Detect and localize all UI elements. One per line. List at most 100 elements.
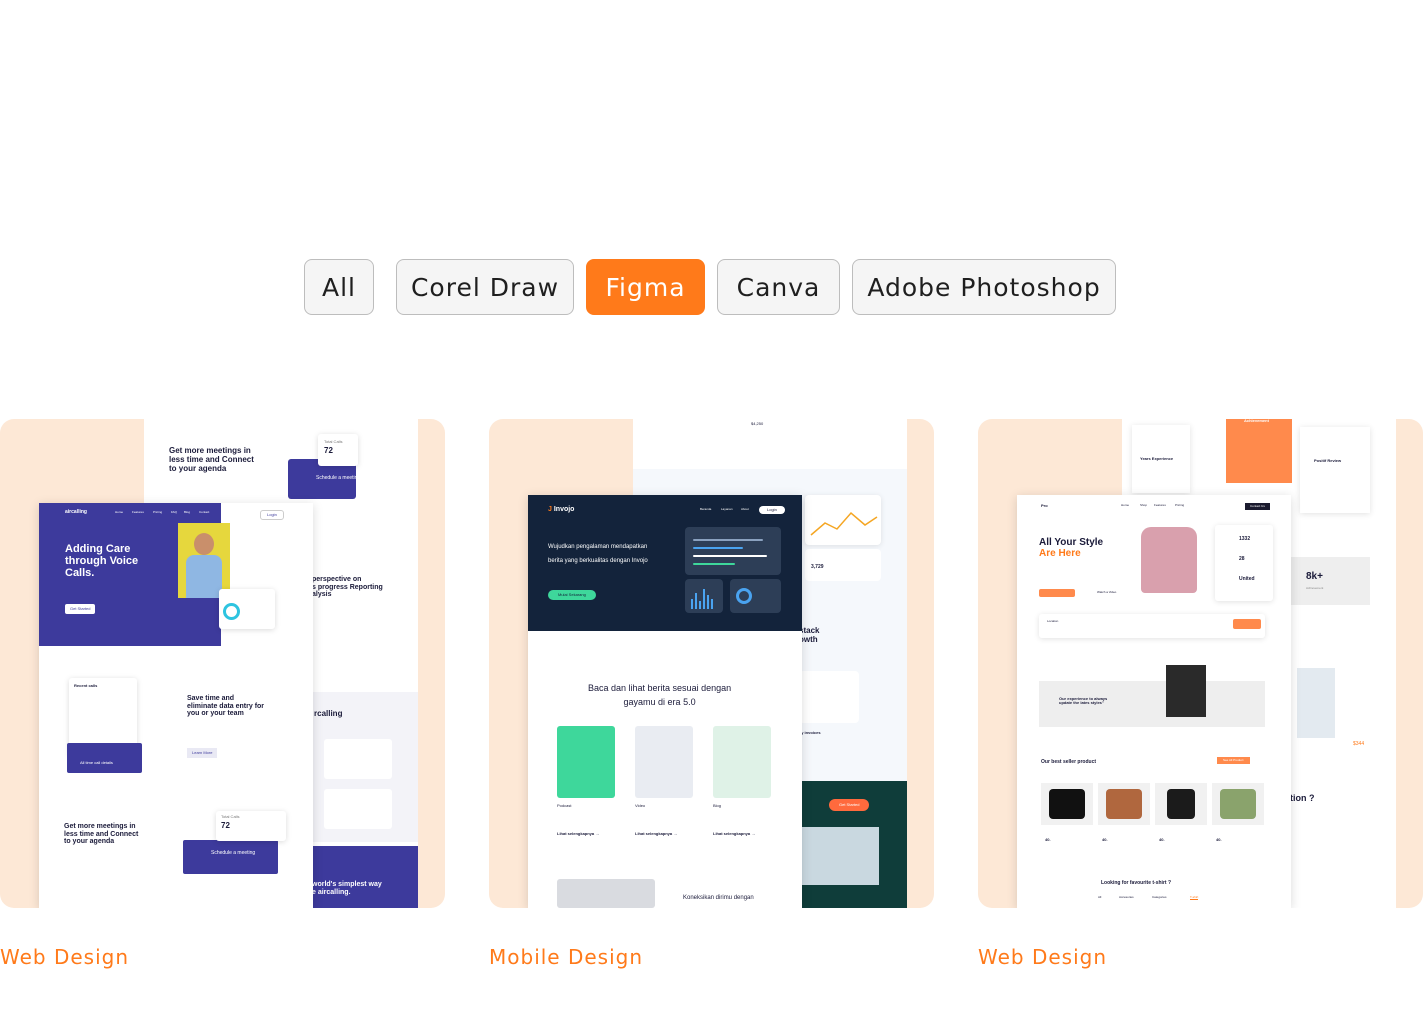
see-all-button[interactable]: See All Product: [1217, 757, 1250, 765]
shop-now-button[interactable]: [1039, 589, 1075, 597]
portfolio-card-fashion-store[interactable]: Years Experience Achievement Positif Rev…: [978, 419, 1423, 908]
tab-categories[interactable]: Categories: [1152, 895, 1167, 899]
experience-heading: Our experience to always update the late…: [1059, 696, 1108, 706]
product-price: 40.: [1216, 837, 1222, 842]
back-header: [633, 419, 907, 469]
progress-line: [693, 539, 763, 541]
nav-pricing[interactable]: Pricing: [153, 510, 162, 514]
testimonial-card: [324, 789, 392, 829]
product-blazer[interactable]: [1155, 783, 1207, 825]
brand-logo: Pro: [1041, 503, 1048, 508]
login-button[interactable]: Login: [260, 510, 284, 521]
login-button[interactable]: Login: [759, 506, 785, 515]
progress-line: [693, 563, 735, 565]
tab-tshirt[interactable]: T-shirt: [1190, 895, 1199, 901]
office-photo: [799, 827, 879, 885]
portfolio-card-invojo[interactable]: $4,250 3,729 stack owth ay invoices Get …: [489, 419, 934, 908]
get-started-button[interactable]: Get Started: [829, 799, 870, 812]
nav-beranda[interactable]: Beranda: [700, 507, 711, 511]
stat-value: 1332: [1239, 536, 1251, 542]
nav-home[interactable]: Home: [1121, 503, 1129, 507]
card-link-podcast[interactable]: Lihat selengkapnya →: [557, 831, 599, 836]
product-jacket-brown[interactable]: [1098, 783, 1150, 825]
search-bar[interactable]: Location: [1039, 614, 1265, 638]
filter-adobe-photoshop[interactable]: Adobe Photoshop: [852, 259, 1116, 315]
card-link-blog[interactable]: Lihat selengkapnya →: [713, 831, 755, 836]
product-sweater-green[interactable]: [1212, 783, 1264, 825]
nav-shop[interactable]: Shop: [1140, 503, 1147, 507]
progress-line: [693, 555, 767, 557]
hero-title: All Your Style Are Here: [1039, 537, 1104, 559]
filter-all[interactable]: All: [304, 259, 374, 315]
hero-photo: [178, 523, 230, 598]
connect-photo: [557, 879, 655, 908]
product-price: 40.: [1102, 837, 1108, 842]
filter-figma[interactable]: Figma: [586, 259, 705, 315]
schedule-meeting-label: Schedule a meeting: [316, 475, 361, 481]
watch-video-link[interactable]: Watch a Video: [1097, 590, 1116, 594]
nav-about[interactable]: About: [741, 507, 749, 511]
heading-meetings: Get more meetings in less time and Conne…: [169, 446, 254, 473]
price-tag: $344: [1353, 741, 1365, 747]
stat-value: 28: [1239, 556, 1245, 562]
recent-calls-label: Recent calls: [74, 683, 98, 688]
portfolio-card-aircalling[interactable]: Get more meetings in less time and Conne…: [0, 419, 445, 908]
perspective-heading: perspective on s progress Reporting alys…: [312, 576, 383, 599]
total-calls-label: Total Calls: [324, 439, 343, 444]
product-tshirt-black[interactable]: [1041, 783, 1093, 825]
tab-all[interactable]: All: [1098, 895, 1101, 899]
tab-accesories[interactable]: Accesories: [1119, 895, 1134, 899]
nav-pricing[interactable]: Pricing: [1175, 503, 1184, 507]
nav-faq[interactable]: FAQ: [171, 510, 177, 514]
filter-corel-draw[interactable]: Corel Draw: [391, 259, 574, 316]
years-experience-card: Years Experience: [1132, 425, 1190, 493]
bar-chart-panel: [685, 579, 723, 613]
brand-logo: J Invojo: [548, 506, 575, 513]
bar-chart-icon: [691, 589, 713, 609]
blazer-icon: [1167, 789, 1195, 819]
best-seller-heading: Our best seller product: [1041, 759, 1097, 765]
card-title-podcast: Podcast: [557, 803, 572, 808]
card-title-video: Video: [635, 803, 646, 808]
person-head: [194, 533, 214, 555]
product-price: 40.: [1045, 837, 1051, 842]
cta-button[interactable]: Mulai Sekarang: [548, 590, 596, 601]
total-calls-value: 72: [221, 821, 230, 830]
card-caption-mobile-design[interactable]: Mobile Design: [489, 945, 643, 969]
filter-canva[interactable]: Canva: [717, 259, 840, 315]
nav-layanan[interactable]: Layanan: [721, 507, 733, 511]
call-statistic-card: [219, 589, 275, 629]
connect-heading: Koneksikan dirimu dengan: [683, 895, 754, 901]
card-caption-web-design[interactable]: Web Design: [0, 945, 129, 969]
hero-title: Adding Care through Voice Calls.: [65, 543, 139, 580]
card-caption-web-design[interactable]: Web Design: [978, 945, 1107, 969]
location-label: Location: [1047, 619, 1059, 623]
nav-contact[interactable]: Contact: [199, 510, 209, 514]
total-calls-value: 72: [324, 446, 333, 455]
section-heading: Baca dan lihat berita sesuai dengan gaya…: [588, 683, 732, 708]
save-time-heading: Save time and eliminate data entry for y…: [187, 695, 265, 718]
achievement-card: Achievement: [1226, 419, 1292, 483]
nav-features[interactable]: Features: [132, 510, 144, 514]
donut-chart-icon: [736, 588, 752, 604]
category-filters: All Corel Draw Figma Canva Adobe Photosh…: [0, 259, 1423, 316]
stats-panel: 1332 28 United: [1215, 525, 1273, 601]
learn-more-button[interactable]: Learn More: [187, 748, 218, 759]
contact-button[interactable]: Contact Us: [1245, 503, 1270, 511]
card-link-video[interactable]: Lihat selengkapnya →: [635, 831, 677, 836]
looking-heading: Looking for favourite t-shirt ?: [1101, 880, 1171, 886]
donut-panel: [730, 579, 781, 613]
stat-value: United: [1239, 576, 1255, 582]
jacket-icon: [1106, 789, 1142, 819]
get-started-button[interactable]: Get Started: [65, 604, 96, 615]
progress-line: [693, 547, 743, 549]
nav-home[interactable]: Home: [115, 510, 123, 514]
search-button[interactable]: [1233, 619, 1261, 629]
nav-blog[interactable]: Blog: [184, 510, 190, 514]
nav-features[interactable]: Features: [1154, 503, 1166, 507]
mockup-front-page: J Invojo Beranda Layanan About Login Wuj…: [528, 495, 802, 908]
achievement-label: Achievement: [1244, 419, 1269, 423]
stat-card-8k: 8k+ Achievement: [1290, 557, 1370, 605]
stat-8k-value: 8k+: [1306, 571, 1323, 582]
blog-illustration: [713, 726, 771, 798]
